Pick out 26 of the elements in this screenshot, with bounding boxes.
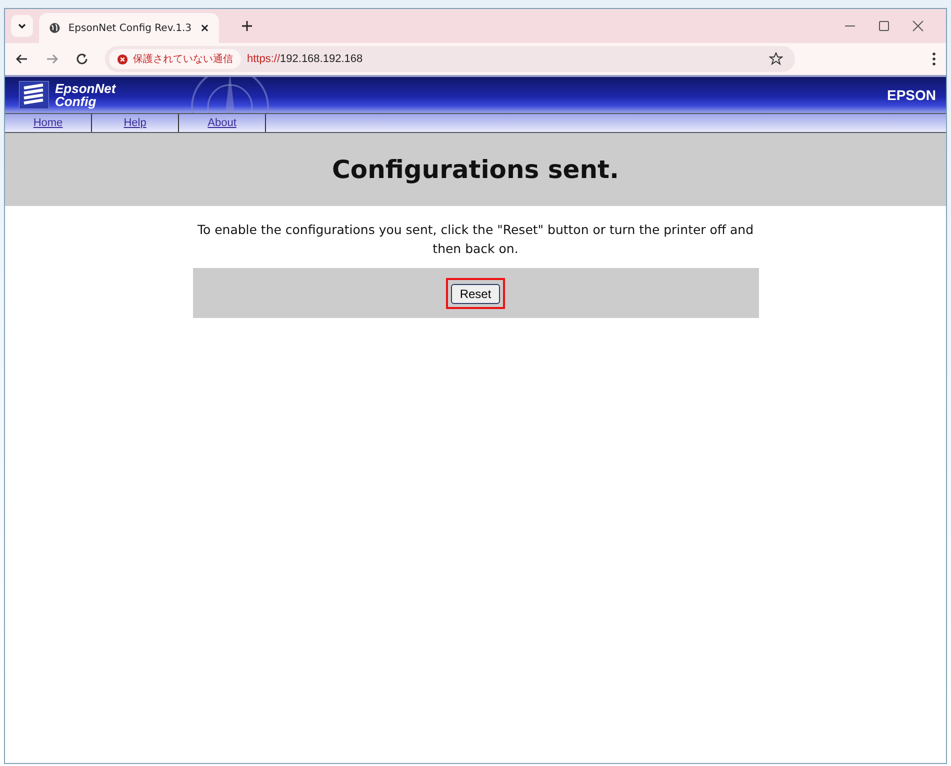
close-icon[interactable] xyxy=(200,23,209,33)
reset-button[interactable]: Reset xyxy=(450,284,500,304)
logo-icon xyxy=(19,81,49,109)
reload-icon[interactable] xyxy=(75,52,89,66)
nav-link[interactable]: Help xyxy=(92,114,179,132)
tab-menu-button[interactable] xyxy=(11,15,33,37)
back-icon[interactable] xyxy=(15,52,29,66)
browser-tab[interactable]: EpsonNet Config Rev.1.3 xyxy=(39,13,219,43)
brand-name: EPSON xyxy=(886,87,936,103)
forward-icon[interactable] xyxy=(45,52,59,66)
address-bar[interactable]: 保護されていない通信 https://192.168.192.168 xyxy=(105,46,795,72)
message-text: To enable the configurations you sent, click the "Reset" button or turn the printer off and then back on. xyxy=(196,221,755,258)
nav-link[interactable]: About xyxy=(179,114,266,132)
nav-link[interactable]: Home xyxy=(5,114,92,132)
globe-icon xyxy=(49,22,60,34)
star-icon[interactable] xyxy=(769,52,783,66)
maximize-icon[interactable] xyxy=(878,20,890,32)
url-text: https://192.168.192.168 xyxy=(247,53,363,65)
security-chip[interactable]: 保護されていない通信 xyxy=(109,49,241,69)
warning-icon xyxy=(117,54,128,64)
logo-text: EpsonNet Config xyxy=(55,82,116,108)
close-window-icon[interactable] xyxy=(912,20,924,32)
page-title: Configurations sent. xyxy=(332,155,619,184)
more-icon[interactable] xyxy=(932,52,936,66)
new-tab-icon[interactable] xyxy=(241,20,253,32)
chevron-down-icon xyxy=(17,21,27,31)
